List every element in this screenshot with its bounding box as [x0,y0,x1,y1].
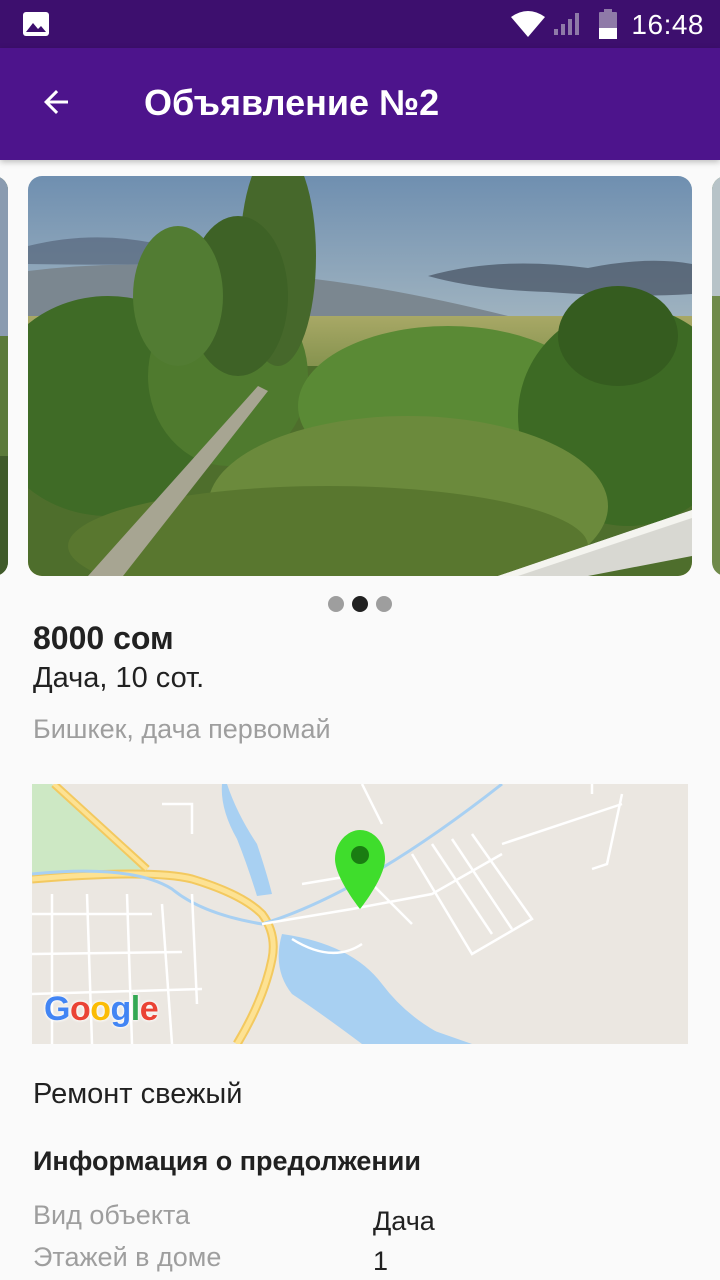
spec-label: Этажей в доме [33,1242,222,1272]
listing-price: 8000 сом [33,620,174,656]
carousel-slide-active[interactable] [28,176,692,576]
google-logo: Google [44,990,159,1028]
back-button[interactable] [24,72,88,136]
spec-label: Вид объекта [33,1200,191,1230]
carousel-page-indicator [0,596,720,612]
spec-row-object-type: Вид объекта Дача [33,1200,688,1240]
page-dot-active[interactable] [352,596,368,612]
spec-value: Дача [373,1206,435,1236]
wifi-icon [510,10,546,43]
page-dot[interactable] [376,596,392,612]
carousel-slide-previous[interactable] [0,176,8,576]
page-title: Объявление №2 [144,82,440,123]
listing-renovation: Ремонт свежый [33,1078,243,1110]
carousel-slide-next[interactable] [712,176,720,576]
listing-subtitle: Дача, 10 сот. [33,662,205,694]
photo-carousel[interactable] [0,176,720,576]
page-dot[interactable] [328,596,344,612]
signal-icon [552,12,582,41]
gallery-icon [22,11,50,42]
status-bar: 16:48 [0,0,720,48]
arrow-back-icon [38,84,74,125]
spec-row-floors: Этажей в доме 1 [33,1242,688,1280]
app-bar: Объявление №2 [0,48,720,160]
listing-photo [28,176,692,576]
listing-address: Бишкек, дача первомай [33,714,331,744]
status-clock: 16:48 [631,9,704,40]
info-section-title: Информация о предолжении [33,1146,421,1176]
spec-value: 1 [373,1246,389,1276]
location-map[interactable]: Google [32,784,688,1044]
battery-icon [598,9,618,44]
